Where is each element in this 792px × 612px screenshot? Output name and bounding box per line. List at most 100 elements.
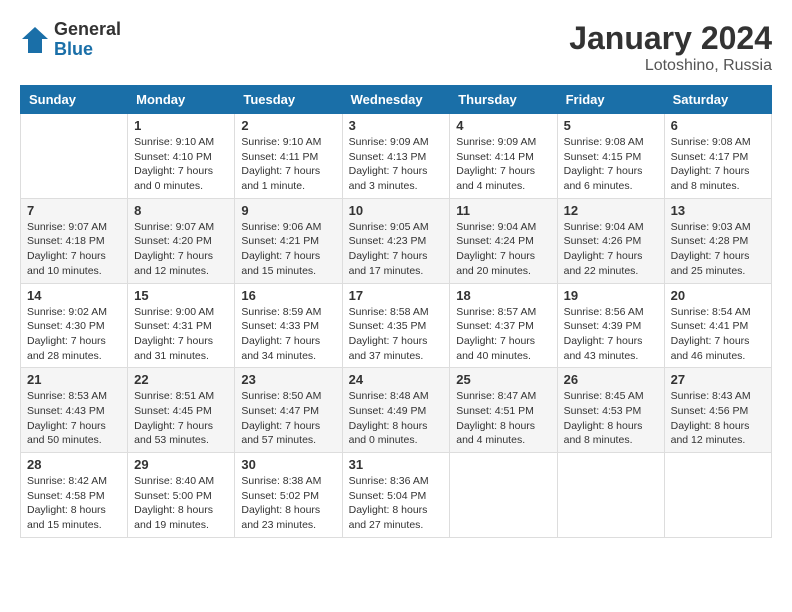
day-number: 15 bbox=[134, 288, 228, 303]
day-info: Sunrise: 8:43 AM Sunset: 4:56 PM Dayligh… bbox=[671, 389, 765, 448]
calendar-cell: 17 Sunrise: 8:58 AM Sunset: 4:35 PM Dayli… bbox=[342, 283, 450, 368]
calendar-cell: 23Sunrise: 8:50 AM Sunset: 4:47 PM Dayli… bbox=[235, 368, 342, 453]
calendar-cell: 3 Sunrise: 9:09 AM Sunset: 4:13 PM Daylig… bbox=[342, 114, 450, 199]
weekday-header-row: SundayMondayTuesdayWednesdayThursdayFrid… bbox=[21, 86, 772, 114]
day-number: 27 bbox=[671, 372, 765, 387]
calendar-cell: 6Sunrise: 9:08 AM Sunset: 4:17 PM Daylig… bbox=[664, 114, 771, 199]
day-number: 24 bbox=[349, 372, 444, 387]
day-number: 17 bbox=[349, 288, 444, 303]
day-number: 30 bbox=[241, 457, 335, 472]
day-number: 28 bbox=[27, 457, 121, 472]
day-info: Sunrise: 8:57 AM Sunset: 4:37 PM Dayligh… bbox=[456, 305, 550, 364]
day-info: Sunrise: 8:56 AM Sunset: 4:39 PM Dayligh… bbox=[564, 305, 658, 364]
weekday-header-thursday: Thursday bbox=[450, 86, 557, 114]
calendar-cell: 9 Sunrise: 9:06 AM Sunset: 4:21 PM Daylig… bbox=[235, 198, 342, 283]
day-number: 14 bbox=[27, 288, 121, 303]
day-number: 5 bbox=[564, 118, 658, 133]
day-info: Sunrise: 9:04 AM Sunset: 4:24 PM Dayligh… bbox=[456, 220, 550, 279]
calendar-cell: 11 Sunrise: 9:04 AM Sunset: 4:24 PM Dayli… bbox=[450, 198, 557, 283]
day-info: Sunrise: 9:04 AM Sunset: 4:26 PM Dayligh… bbox=[564, 220, 658, 279]
calendar-cell: 19Sunrise: 8:56 AM Sunset: 4:39 PM Dayli… bbox=[557, 283, 664, 368]
page-header: General Blue January 2024 Lotoshino, Rus… bbox=[20, 20, 772, 75]
day-number: 22 bbox=[134, 372, 228, 387]
weekday-header-friday: Friday bbox=[557, 86, 664, 114]
logo-general: General bbox=[54, 19, 121, 39]
weekday-header-tuesday: Tuesday bbox=[235, 86, 342, 114]
calendar-cell: 25 Sunrise: 8:47 AM Sunset: 4:51 PM Dayli… bbox=[450, 368, 557, 453]
calendar-cell: 26 Sunrise: 8:45 AM Sunset: 4:53 PM Dayli… bbox=[557, 368, 664, 453]
logo-icon bbox=[20, 25, 50, 55]
day-info: Sunrise: 8:58 AM Sunset: 4:35 PM Dayligh… bbox=[349, 305, 444, 364]
day-number: 12 bbox=[564, 203, 658, 218]
calendar-cell: 20 Sunrise: 8:54 AM Sunset: 4:41 PM Dayli… bbox=[664, 283, 771, 368]
day-number: 16 bbox=[241, 288, 335, 303]
logo-text: General Blue bbox=[54, 20, 121, 60]
day-info: Sunrise: 8:40 AM Sunset: 5:00 PM Dayligh… bbox=[134, 474, 228, 533]
day-number: 9 bbox=[241, 203, 335, 218]
day-info: Sunrise: 9:03 AM Sunset: 4:28 PM Dayligh… bbox=[671, 220, 765, 279]
day-info: Sunrise: 8:36 AM Sunset: 5:04 PM Dayligh… bbox=[349, 474, 444, 533]
calendar-cell: 21Sunrise: 8:53 AM Sunset: 4:43 PM Dayli… bbox=[21, 368, 128, 453]
day-info: Sunrise: 9:06 AM Sunset: 4:21 PM Dayligh… bbox=[241, 220, 335, 279]
day-info: Sunrise: 9:07 AM Sunset: 4:20 PM Dayligh… bbox=[134, 220, 228, 279]
day-info: Sunrise: 9:07 AM Sunset: 4:18 PM Dayligh… bbox=[27, 220, 121, 279]
day-info: Sunrise: 8:47 AM Sunset: 4:51 PM Dayligh… bbox=[456, 389, 550, 448]
day-info: Sunrise: 9:10 AM Sunset: 4:11 PM Dayligh… bbox=[241, 135, 335, 194]
calendar-cell: 8 Sunrise: 9:07 AM Sunset: 4:20 PM Daylig… bbox=[128, 198, 235, 283]
day-number: 7 bbox=[27, 203, 121, 218]
calendar-cell: 4Sunrise: 9:09 AM Sunset: 4:14 PM Daylig… bbox=[450, 114, 557, 199]
calendar-cell: 16 Sunrise: 8:59 AM Sunset: 4:33 PM Dayli… bbox=[235, 283, 342, 368]
day-info: Sunrise: 8:54 AM Sunset: 4:41 PM Dayligh… bbox=[671, 305, 765, 364]
logo: General Blue bbox=[20, 20, 121, 60]
day-info: Sunrise: 9:00 AM Sunset: 4:31 PM Dayligh… bbox=[134, 305, 228, 364]
day-info: Sunrise: 9:05 AM Sunset: 4:23 PM Dayligh… bbox=[349, 220, 444, 279]
day-info: Sunrise: 8:53 AM Sunset: 4:43 PM Dayligh… bbox=[27, 389, 121, 448]
day-info: Sunrise: 9:09 AM Sunset: 4:13 PM Dayligh… bbox=[349, 135, 444, 194]
calendar-cell: 22 Sunrise: 8:51 AM Sunset: 4:45 PM Dayli… bbox=[128, 368, 235, 453]
calendar-cell bbox=[21, 114, 128, 199]
weekday-header-saturday: Saturday bbox=[664, 86, 771, 114]
day-number: 1 bbox=[134, 118, 228, 133]
day-info: Sunrise: 8:38 AM Sunset: 5:02 PM Dayligh… bbox=[241, 474, 335, 533]
day-number: 10 bbox=[349, 203, 444, 218]
calendar-cell bbox=[557, 453, 664, 538]
day-info: Sunrise: 8:48 AM Sunset: 4:49 PM Dayligh… bbox=[349, 389, 444, 448]
calendar-table: SundayMondayTuesdayWednesdayThursdayFrid… bbox=[20, 85, 772, 538]
weekday-header-sunday: Sunday bbox=[21, 86, 128, 114]
calendar-cell: 29 Sunrise: 8:40 AM Sunset: 5:00 PM Dayli… bbox=[128, 453, 235, 538]
day-number: 18 bbox=[456, 288, 550, 303]
title-block: January 2024 Lotoshino, Russia bbox=[569, 20, 772, 75]
day-number: 26 bbox=[564, 372, 658, 387]
week-row-1: 1 Sunrise: 9:10 AM Sunset: 4:10 PM Daylig… bbox=[21, 114, 772, 199]
day-info: Sunrise: 8:59 AM Sunset: 4:33 PM Dayligh… bbox=[241, 305, 335, 364]
day-info: Sunrise: 9:10 AM Sunset: 4:10 PM Dayligh… bbox=[134, 135, 228, 194]
calendar-cell: 14Sunrise: 9:02 AM Sunset: 4:30 PM Dayli… bbox=[21, 283, 128, 368]
calendar-cell bbox=[450, 453, 557, 538]
calendar-cell: 31 Sunrise: 8:36 AM Sunset: 5:04 PM Dayli… bbox=[342, 453, 450, 538]
day-info: Sunrise: 8:50 AM Sunset: 4:47 PM Dayligh… bbox=[241, 389, 335, 448]
day-info: Sunrise: 9:08 AM Sunset: 4:15 PM Dayligh… bbox=[564, 135, 658, 194]
day-number: 11 bbox=[456, 203, 550, 218]
day-number: 6 bbox=[671, 118, 765, 133]
day-info: Sunrise: 8:45 AM Sunset: 4:53 PM Dayligh… bbox=[564, 389, 658, 448]
location: Lotoshino, Russia bbox=[569, 57, 772, 75]
week-row-2: 7 Sunrise: 9:07 AM Sunset: 4:18 PM Daylig… bbox=[21, 198, 772, 283]
calendar-cell: 7 Sunrise: 9:07 AM Sunset: 4:18 PM Daylig… bbox=[21, 198, 128, 283]
calendar-cell: 18 Sunrise: 8:57 AM Sunset: 4:37 PM Dayli… bbox=[450, 283, 557, 368]
day-number: 31 bbox=[349, 457, 444, 472]
day-number: 13 bbox=[671, 203, 765, 218]
calendar-cell: 5 Sunrise: 9:08 AM Sunset: 4:15 PM Daylig… bbox=[557, 114, 664, 199]
day-number: 25 bbox=[456, 372, 550, 387]
day-number: 29 bbox=[134, 457, 228, 472]
day-info: Sunrise: 8:51 AM Sunset: 4:45 PM Dayligh… bbox=[134, 389, 228, 448]
day-number: 3 bbox=[349, 118, 444, 133]
day-number: 20 bbox=[671, 288, 765, 303]
day-info: Sunrise: 9:09 AM Sunset: 4:14 PM Dayligh… bbox=[456, 135, 550, 194]
weekday-header-wednesday: Wednesday bbox=[342, 86, 450, 114]
calendar-cell: 13 Sunrise: 9:03 AM Sunset: 4:28 PM Dayli… bbox=[664, 198, 771, 283]
month-year: January 2024 bbox=[569, 20, 772, 57]
day-info: Sunrise: 8:42 AM Sunset: 4:58 PM Dayligh… bbox=[27, 474, 121, 533]
week-row-5: 28 Sunrise: 8:42 AM Sunset: 4:58 PM Dayli… bbox=[21, 453, 772, 538]
day-number: 8 bbox=[134, 203, 228, 218]
calendar-cell: 2Sunrise: 9:10 AM Sunset: 4:11 PM Daylig… bbox=[235, 114, 342, 199]
